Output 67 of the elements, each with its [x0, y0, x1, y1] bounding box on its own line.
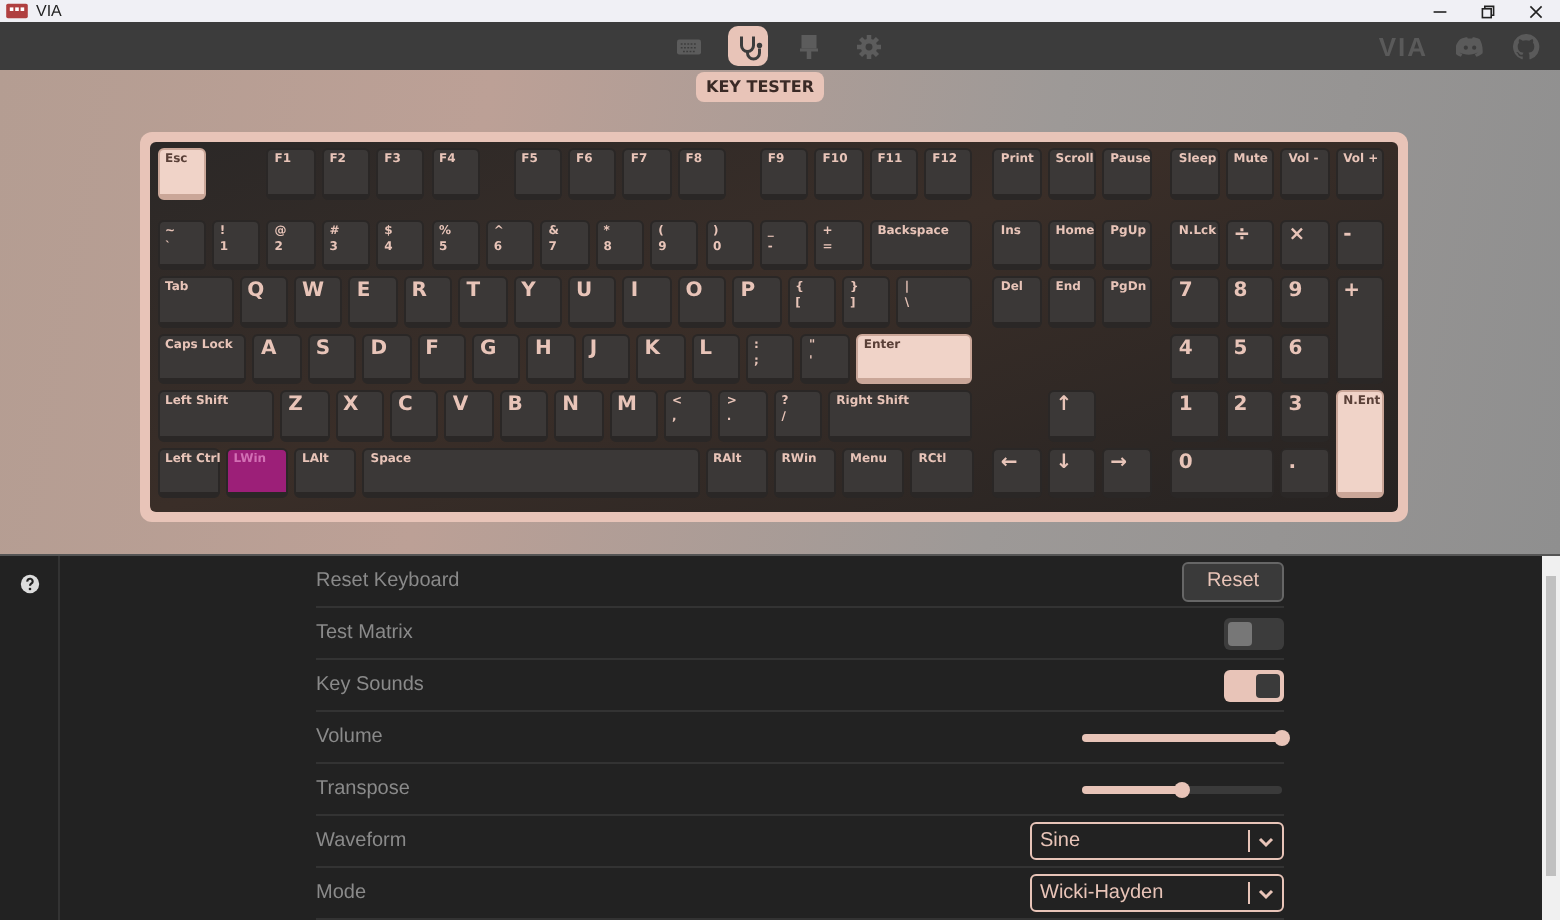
keycap: 1: [1170, 390, 1220, 442]
close-icon[interactable]: [1528, 3, 1544, 20]
keycap: O: [677, 276, 727, 328]
keycap: 0: [1170, 447, 1275, 499]
keycap: ←: [992, 447, 1042, 499]
keycap: W: [294, 276, 343, 328]
keycap: 8: [1225, 276, 1275, 328]
stethoscope-tab[interactable]: [728, 26, 768, 67]
keycap: B: [499, 390, 549, 442]
setting-label: Key Sounds: [316, 674, 424, 696]
keycap: 9: [1280, 276, 1330, 328]
app-icon: [6, 2, 28, 21]
keycap: F: [417, 333, 467, 385]
toggle-switch[interactable]: [1224, 669, 1284, 701]
setting-label: Test Matrix: [316, 622, 413, 644]
keycap: P: [732, 276, 782, 328]
keycap: M: [609, 390, 658, 442]
keycap: 6: [1280, 333, 1330, 385]
keycap: N: [554, 390, 604, 442]
tooltip: KEY TESTER: [696, 72, 825, 103]
toggle-switch[interactable]: [1224, 617, 1284, 649]
slider-track[interactable]: [1082, 785, 1282, 793]
slider-thumb[interactable]: [1174, 781, 1190, 797]
keycap: 5: [1225, 333, 1275, 385]
dropdown[interactable]: Sine: [1030, 822, 1284, 860]
setting-label: Volume: [316, 726, 383, 748]
setting-label: Transpose: [316, 778, 410, 800]
keycap: R: [403, 276, 453, 328]
setting-label: Reset Keyboard: [316, 570, 460, 592]
keycap: -: [1335, 219, 1384, 271]
keycap: 3: [1280, 390, 1330, 442]
window-title: VIA: [36, 2, 62, 21]
scrollbar[interactable]: [1542, 556, 1560, 920]
slider-thumb[interactable]: [1274, 729, 1290, 745]
keycap: Q: [239, 276, 288, 328]
keycap: E: [348, 276, 398, 328]
keycap: 7: [1170, 276, 1220, 328]
keycap: X: [335, 390, 384, 442]
keycap: .: [1280, 447, 1330, 499]
keycap: ↑: [1047, 390, 1097, 442]
keycap: J: [581, 333, 631, 385]
keycap: 2: [1225, 390, 1275, 442]
keycap: L: [691, 333, 741, 385]
keycap: U: [568, 276, 617, 328]
keycap: ×: [1280, 219, 1330, 271]
keycap: S: [307, 333, 357, 385]
reset-button[interactable]: Reset: [1182, 561, 1284, 601]
keycap: 4: [1170, 333, 1220, 385]
keycap: A: [252, 333, 302, 385]
keycap: I: [622, 276, 672, 328]
keycap: K: [636, 333, 686, 385]
keycap: C: [389, 390, 439, 442]
settings-icon: [853, 31, 883, 62]
keycap: V: [444, 390, 494, 442]
keycap: T: [458, 276, 508, 328]
dropdown[interactable]: Wicki-Hayden: [1030, 874, 1284, 912]
keycap: G: [472, 333, 521, 385]
setting-label: Waveform: [316, 830, 407, 852]
setting-label: Mode: [316, 882, 367, 904]
keycap: D: [362, 333, 412, 385]
help-icon[interactable]: [19, 574, 39, 594]
keycap: H: [526, 333, 576, 385]
keycap: ÷: [1225, 219, 1275, 271]
keycap: Z: [280, 390, 330, 442]
keycap: +: [1335, 276, 1384, 385]
restore-icon[interactable]: [1480, 3, 1496, 20]
keycap: Y: [513, 276, 562, 328]
